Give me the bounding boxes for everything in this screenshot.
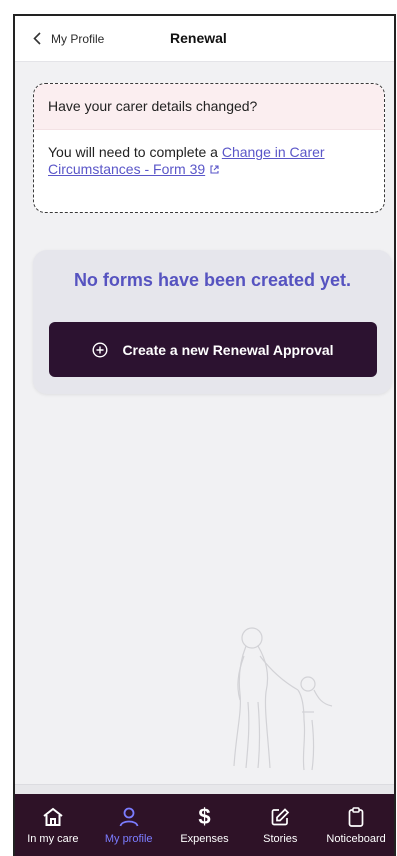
notice-body-text: You will need to complete a bbox=[48, 144, 222, 160]
app-frame: My Profile Renewal Have your carer detai… bbox=[13, 14, 396, 856]
edit-icon bbox=[270, 806, 290, 828]
carer-details-notice: Have your carer details changed? You wil… bbox=[33, 83, 385, 213]
nav-label: In my care bbox=[27, 833, 79, 845]
nav-expenses[interactable]: $ Expenses bbox=[168, 804, 240, 846]
plus-circle-icon bbox=[92, 341, 108, 358]
nav-label: Expenses bbox=[180, 833, 229, 845]
nav-noticeboard[interactable]: Noticeboard bbox=[320, 806, 392, 845]
back-label: My Profile bbox=[51, 31, 105, 46]
nav-label: Noticeboard bbox=[326, 833, 386, 845]
create-renewal-label: Create a new Renewal Approval bbox=[122, 341, 334, 358]
empty-state-card: No forms have been created yet. Create a… bbox=[33, 250, 392, 394]
dollar-icon: $ bbox=[198, 804, 211, 829]
external-link-icon bbox=[210, 165, 219, 174]
nav-in-my-care[interactable]: In my care bbox=[17, 806, 89, 845]
notice-question: Have your carer details changed? bbox=[34, 84, 384, 130]
nav-label: My profile bbox=[104, 833, 153, 845]
nav-label: Stories bbox=[263, 833, 298, 845]
empty-state-title: No forms have been created yet. bbox=[73, 270, 352, 290]
page-title: Renewal bbox=[170, 30, 227, 46]
notice-body: You will need to complete a Change in Ca… bbox=[34, 130, 384, 178]
nav-divider-strip bbox=[15, 784, 394, 794]
bottom-navigation: In my care My profile $ Expenses Stories… bbox=[15, 794, 394, 856]
chevron-left-icon bbox=[33, 32, 41, 45]
create-renewal-button[interactable]: Create a new Renewal Approval bbox=[49, 322, 377, 377]
carer-child-illustration bbox=[233, 627, 333, 771]
clipboard-icon bbox=[347, 806, 365, 828]
nav-stories[interactable]: Stories bbox=[244, 806, 316, 845]
back-button[interactable]: My Profile bbox=[33, 32, 104, 46]
nav-my-profile[interactable]: My profile bbox=[93, 806, 165, 845]
home-icon bbox=[42, 806, 64, 828]
top-header: My Profile Renewal bbox=[15, 16, 394, 62]
user-icon bbox=[118, 806, 140, 828]
